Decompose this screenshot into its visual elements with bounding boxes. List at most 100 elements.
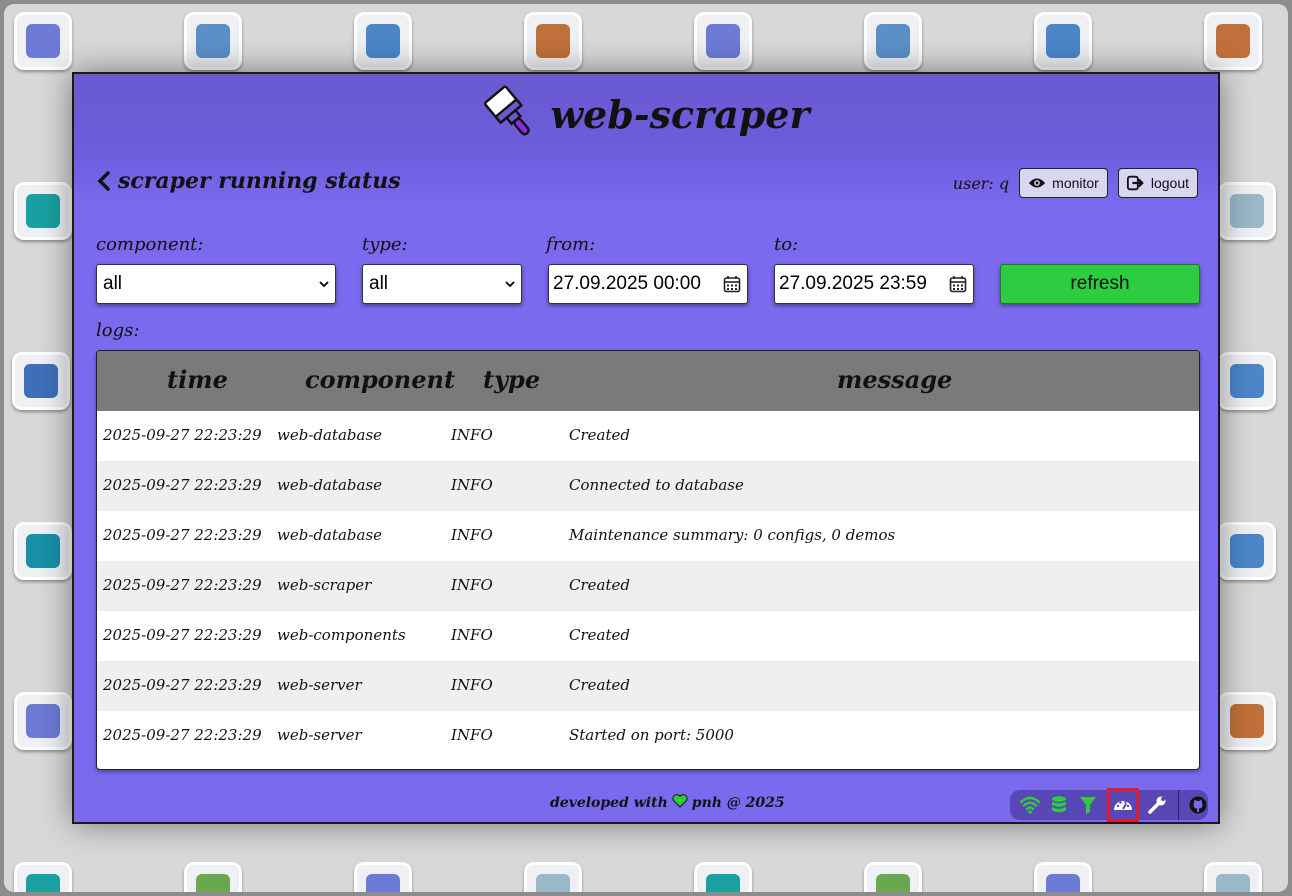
cell-time: 2025-09-27 22:23:29 bbox=[103, 426, 262, 444]
back-arrow-icon bbox=[354, 12, 412, 70]
cell-type: INFO bbox=[451, 526, 493, 544]
pickaxe-icon bbox=[1218, 692, 1276, 750]
cell-type: INFO bbox=[451, 626, 493, 644]
cell-type: INFO bbox=[451, 726, 493, 744]
database-search-icon bbox=[14, 12, 72, 70]
table-icon bbox=[524, 862, 582, 892]
cell-type: INFO bbox=[451, 576, 493, 594]
from-filter-label: from: bbox=[546, 234, 596, 255]
table-icon bbox=[14, 182, 72, 240]
cell-component: web-server bbox=[277, 676, 362, 694]
type-filter-label: type: bbox=[362, 234, 408, 255]
chart-icon bbox=[864, 862, 922, 892]
table-row[interactable]: 2025-09-27 22:23:29 web-components INFO … bbox=[97, 611, 1199, 661]
database-icon bbox=[354, 862, 412, 892]
cell-component: web-database bbox=[277, 426, 383, 444]
app-title: web-scraper bbox=[550, 91, 810, 137]
pickaxe-icon bbox=[524, 12, 582, 70]
cell-type: INFO bbox=[451, 426, 493, 444]
cell-message: Created bbox=[569, 676, 630, 694]
cell-component: web-server bbox=[277, 726, 362, 744]
cell-time: 2025-09-27 22:23:29 bbox=[103, 476, 262, 494]
cell-component: web-components bbox=[277, 626, 406, 644]
column-header-message[interactable]: message bbox=[837, 365, 952, 394]
database-icon[interactable] bbox=[1049, 794, 1070, 816]
column-header-type[interactable]: type bbox=[483, 365, 540, 394]
from-date-input[interactable]: 27.09.2025 00:00 bbox=[548, 264, 748, 304]
footer-credit: developed with pnh @ 2025 bbox=[550, 794, 785, 812]
cell-time: 2025-09-27 22:23:29 bbox=[103, 526, 262, 544]
cell-type: INFO bbox=[451, 476, 493, 494]
calendar-icon[interactable] bbox=[723, 275, 741, 293]
cell-component: web-database bbox=[277, 476, 383, 494]
flowchart-icon bbox=[1218, 522, 1276, 580]
chevron-left-icon bbox=[97, 171, 110, 191]
from-date-value: 27.09.2025 00:00 bbox=[553, 273, 701, 294]
table-icon bbox=[1204, 862, 1262, 892]
json-file-icon bbox=[14, 522, 72, 580]
user-area: user: q monitor logout bbox=[953, 168, 1198, 198]
filter-icon[interactable] bbox=[1078, 794, 1099, 816]
to-date-input[interactable]: 27.09.2025 23:59 bbox=[774, 264, 974, 304]
chevron-down-icon bbox=[505, 281, 515, 288]
column-header-component[interactable]: component bbox=[305, 365, 455, 394]
cell-message: Maintenance summary: 0 configs, 0 demos bbox=[569, 526, 896, 544]
refresh-button[interactable]: refresh bbox=[1000, 264, 1200, 304]
back-link[interactable]: scraper running status bbox=[96, 168, 401, 194]
cell-component: web-database bbox=[277, 526, 383, 544]
table-icon bbox=[694, 862, 752, 892]
toolbar-divider bbox=[1178, 790, 1180, 820]
wifi-icon[interactable] bbox=[1020, 794, 1041, 816]
component-filter-label: component: bbox=[96, 234, 204, 255]
brush-icon bbox=[864, 12, 922, 70]
cell-time: 2025-09-27 22:23:29 bbox=[103, 726, 262, 744]
app-window: web-scraper scraper running status user:… bbox=[72, 72, 1220, 824]
logout-icon bbox=[1126, 175, 1144, 191]
cell-time: 2025-09-27 22:23:29 bbox=[103, 676, 262, 694]
github-icon[interactable] bbox=[1187, 794, 1208, 816]
logout-label: logout bbox=[1150, 175, 1189, 191]
add-table-icon bbox=[1218, 182, 1276, 240]
table-row[interactable]: 2025-09-27 22:23:29 web-database INFO Cr… bbox=[97, 411, 1199, 461]
status-toolbar bbox=[1010, 788, 1208, 822]
cell-message: Started on port: 5000 bbox=[569, 726, 734, 744]
table-row[interactable]: 2025-09-27 22:23:29 web-database INFO Co… bbox=[97, 461, 1199, 511]
monitor-button[interactable]: monitor bbox=[1019, 168, 1108, 198]
table-row[interactable]: 2025-09-27 22:23:29 web-server INFO Crea… bbox=[97, 661, 1199, 711]
cell-type: INFO bbox=[451, 676, 493, 694]
cell-message: Connected to database bbox=[569, 476, 744, 494]
database-search-icon bbox=[14, 692, 72, 750]
diamond-icon bbox=[12, 352, 70, 410]
pickaxe-icon bbox=[1204, 12, 1262, 70]
calendar-icon[interactable] bbox=[949, 275, 967, 293]
logs-table: time component type message 2025-09-27 2… bbox=[96, 350, 1200, 770]
app-logo: web-scraper bbox=[482, 85, 810, 143]
app-header: web-scraper bbox=[74, 82, 1218, 146]
logout-button[interactable]: logout bbox=[1117, 168, 1198, 198]
back-arrow-icon bbox=[1034, 12, 1092, 70]
user-label: user: q bbox=[952, 173, 1010, 193]
table-row[interactable]: 2025-09-27 22:23:29 web-server INFO Star… bbox=[97, 711, 1199, 761]
wrench-icon[interactable] bbox=[1147, 794, 1168, 816]
cell-message: Created bbox=[569, 426, 630, 444]
chevron-down-icon bbox=[319, 281, 329, 288]
cell-message: Created bbox=[569, 576, 630, 594]
footer-prefix: developed with bbox=[550, 795, 668, 811]
cell-message: Created bbox=[569, 626, 630, 644]
column-header-time[interactable]: time bbox=[167, 365, 228, 394]
dashboard-icon[interactable] bbox=[1106, 788, 1140, 822]
eye-icon bbox=[1029, 178, 1046, 188]
heart-icon bbox=[672, 794, 688, 812]
table-icon bbox=[14, 862, 72, 892]
footer-suffix: pnh @ 2025 bbox=[691, 795, 785, 811]
component-select-value: all bbox=[103, 273, 123, 294]
monitor-label: monitor bbox=[1052, 175, 1099, 191]
to-date-value: 27.09.2025 23:59 bbox=[779, 273, 927, 294]
table-row[interactable]: 2025-09-27 22:23:29 web-database INFO Ma… bbox=[97, 511, 1199, 561]
table-row[interactable]: 2025-09-27 22:23:29 web-scraper INFO Cre… bbox=[97, 561, 1199, 611]
type-select[interactable]: all bbox=[362, 264, 522, 304]
table-body: 2025-09-27 22:23:29 web-database INFO Cr… bbox=[97, 411, 1199, 761]
paint-brush-logo-icon bbox=[484, 85, 531, 136]
cell-component: web-scraper bbox=[277, 576, 372, 594]
component-select[interactable]: all bbox=[96, 264, 336, 304]
